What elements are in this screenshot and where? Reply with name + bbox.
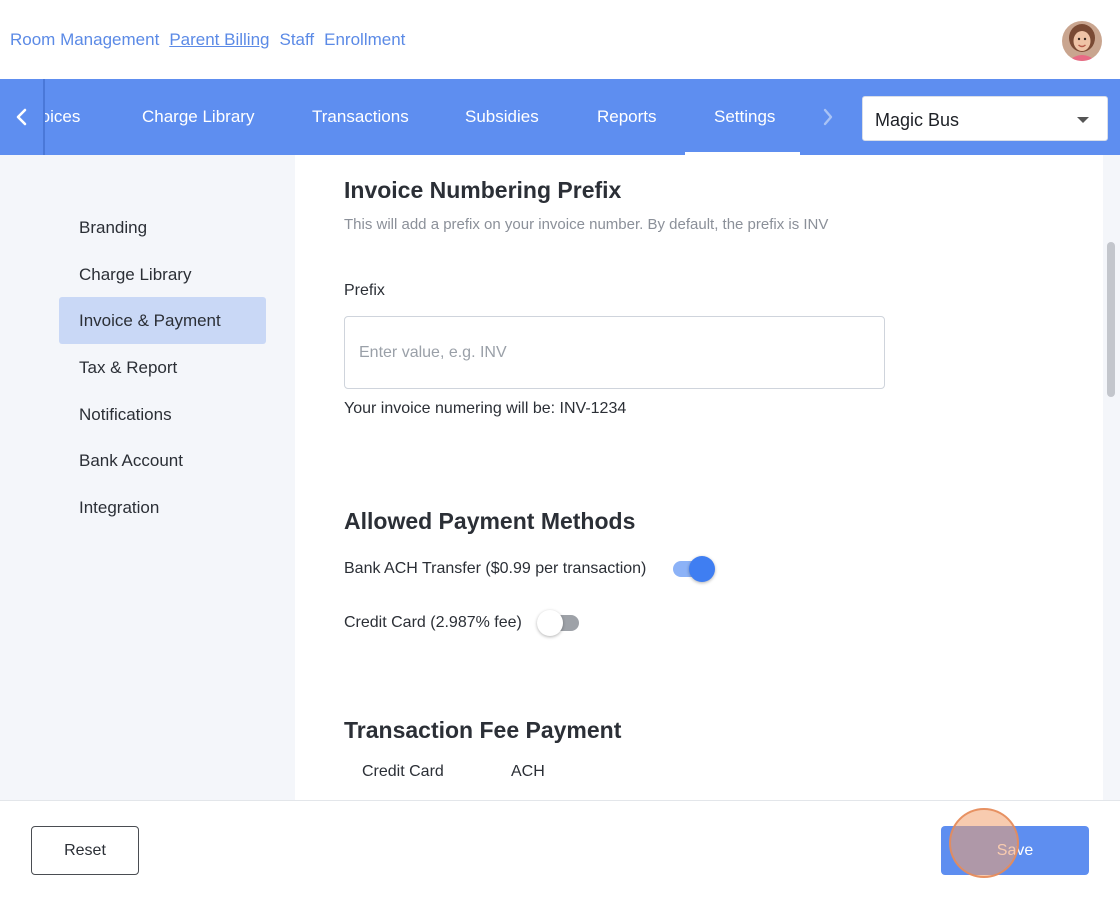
tabs-strip: Invoices Charge Library Transactions Sub… [45, 79, 800, 155]
tabs-scroll-left-button[interactable] [0, 79, 45, 155]
sidebar-item-integration[interactable]: Integration [59, 484, 266, 531]
tab-settings[interactable]: Settings [684, 79, 800, 155]
tabs-scroll-right-button[interactable] [812, 79, 844, 155]
chevron-right-icon [823, 108, 833, 126]
sidebar-item-charge-library[interactable]: Charge Library [59, 251, 266, 298]
footer-actions: Reset Save [0, 800, 1120, 899]
content-scrollbar[interactable] [1103, 155, 1120, 800]
save-button[interactable]: Save [941, 826, 1089, 875]
dropdown-caret-icon [1077, 117, 1089, 123]
ach-toggle[interactable] [671, 556, 715, 582]
invoice-prefix-title: Invoice Numbering Prefix [344, 177, 622, 203]
transaction-fee-title: Transaction Fee Payment [344, 717, 622, 743]
invoice-number-preview: Your invoice numering will be: INV-1234 [344, 400, 627, 417]
credit-card-method-label: Credit Card (2.987% fee) [344, 614, 522, 631]
school-select-value: Magic Bus [875, 110, 960, 130]
top-links: Room Management Parent Billing Staff Enr… [10, 30, 405, 50]
settings-content: Invoice Numbering Prefix This will add a… [295, 155, 1103, 800]
tab-transactions[interactable]: Transactions [312, 79, 409, 155]
chevron-left-icon [16, 108, 26, 126]
prefix-input[interactable] [344, 316, 885, 389]
nav-link-staff[interactable]: Staff [279, 30, 314, 50]
toggle-knob [537, 610, 563, 636]
fee-tab-credit-card[interactable]: Credit Card [362, 763, 444, 781]
ach-method-label: Bank ACH Transfer ($0.99 per transaction… [344, 560, 647, 577]
prefix-label: Prefix [344, 282, 385, 299]
tab-invoices[interactable]: Invoices [45, 79, 80, 155]
tab-subsidies[interactable]: Subsidies [465, 79, 539, 155]
nav-link-enrollment[interactable]: Enrollment [324, 30, 405, 50]
top-navigation: Room Management Parent Billing Staff Enr… [0, 0, 1120, 79]
toggle-knob [689, 556, 715, 582]
reset-button[interactable]: Reset [31, 826, 139, 875]
payment-methods-title: Allowed Payment Methods [344, 508, 636, 534]
sidebar-item-branding[interactable]: Branding [59, 204, 266, 251]
credit-card-toggle[interactable] [537, 610, 581, 636]
sidebar-item-bank-account[interactable]: Bank Account [59, 437, 266, 484]
tab-charge-library[interactable]: Charge Library [142, 79, 254, 155]
fee-tab-ach[interactable]: ACH [511, 763, 545, 781]
scrollbar-thumb[interactable] [1107, 242, 1115, 397]
nav-link-parent-billing[interactable]: Parent Billing [169, 30, 269, 50]
nav-link-room-management[interactable]: Room Management [10, 30, 159, 50]
sidebar-item-invoice-payment[interactable]: Invoice & Payment [59, 297, 266, 344]
billing-tab-bar: Invoices Charge Library Transactions Sub… [0, 79, 1120, 155]
tab-reports[interactable]: Reports [597, 79, 657, 155]
user-avatar[interactable] [1062, 21, 1102, 61]
school-select[interactable]: Magic Bus [862, 96, 1108, 141]
settings-sidebar: Branding Charge Library Invoice & Paymen… [0, 155, 295, 800]
sidebar-item-notifications[interactable]: Notifications [59, 391, 266, 438]
sidebar-item-tax-report[interactable]: Tax & Report [59, 344, 266, 391]
invoice-prefix-description: This will add a prefix on your invoice n… [344, 216, 829, 233]
